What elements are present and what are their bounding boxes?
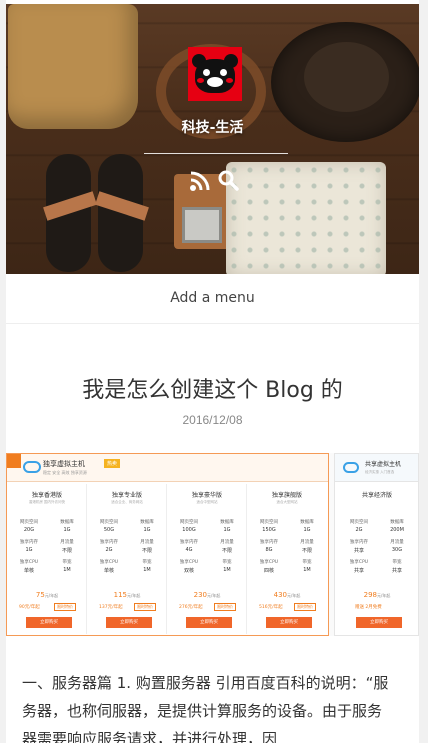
spec-cpu: 独享CPU 单核 [99, 560, 119, 574]
hero-photo-card [182, 207, 222, 243]
plan-column: 独享豪华版 适合中型网站网页空间 100G 数据库 1G 独享内存 4G 月流量 不限独享CPU… [167, 484, 247, 634]
spec-space: 网页空间 50G [100, 520, 118, 533]
plan-promo-chip: 限时特价 [134, 603, 156, 611]
bear-muzzle [207, 77, 223, 87]
spec-traffic: 月流量 不限 [300, 540, 314, 554]
spec-traffic: 月流量 不限 [60, 540, 74, 554]
nav-menu: Add a menu [6, 274, 419, 324]
plan-note: 赠送 2月免费 [355, 605, 382, 610]
spec-db: 数据库 200M [390, 520, 404, 533]
buy-button: 立即购买 [266, 617, 312, 628]
buy-button: 立即购买 [106, 617, 152, 628]
bear-cheek-right [226, 78, 233, 83]
spec-cpu: 独享CPU 共享 [349, 560, 369, 574]
spec-space: 网页空间 2G [350, 520, 368, 533]
plan-name: 独享旗舰版 [271, 492, 302, 499]
plan-original-price: 90元/年起 [19, 605, 40, 610]
shared-hosting-title: 共享虚拟主机 [365, 461, 402, 468]
spec-cpu: 独享CPU 双核 [179, 560, 199, 574]
spec-ip: 独享内存 2G [100, 540, 118, 553]
spec-bw: 带宽 1M [302, 560, 312, 573]
site-avatar[interactable] [188, 47, 242, 101]
plan-price: 430元/年起 [273, 591, 301, 599]
plan-column: 独享专业版 适合企业、商务网站网页空间 50G 数据库 1G 独享内存 2G 月流量 不限独享C… [87, 484, 167, 634]
spec-bw: 带宽 共享 [391, 560, 402, 574]
rss-icon[interactable] [189, 170, 211, 192]
site-title[interactable]: 科技-生活 [6, 117, 419, 137]
spec-cpu: 独享CPU 单核 [19, 560, 39, 574]
cloud-icon [343, 462, 359, 473]
plan-price: 230元/年起 [193, 591, 221, 599]
plan-original-price: 276元/年起 [179, 605, 203, 610]
spec-db: 数据库 1G [140, 520, 154, 533]
search-icon[interactable] [217, 169, 239, 191]
plan-subtitle: 适合企业、商务网站 [111, 500, 143, 504]
spec-bw: 带宽 1M [142, 560, 152, 573]
dedicated-hosting-card: 独享虚拟主机 热卖 稳定 安全 高效 独享资源 独享香港版 香港机房 国内外访问快… [6, 453, 329, 636]
plan-name: 共享经济版 [361, 492, 392, 499]
hero-photo-shorts [8, 4, 138, 129]
plan-price: 298元/年起 [363, 591, 391, 599]
spec-bw: 带宽 1M [222, 560, 232, 573]
post-title[interactable]: 我是怎么创建这个 Blog 的 [6, 372, 419, 404]
page-frame-right [419, 0, 428, 743]
shared-hosting-subtitle: 经济实惠 入门首选 [365, 470, 395, 474]
cloud-icon [23, 461, 41, 473]
spec-bw: 带宽 1M [62, 560, 72, 573]
post-date: 2016/12/08 [182, 413, 243, 427]
plan-column: 独享旗舰版 适合大型网站网页空间 150G 数据库 1G 独享内存 8G 月流量 不限独享CPU… [247, 484, 327, 634]
dedicated-hosting-subtitle: 稳定 安全 高效 独享资源 [43, 470, 87, 475]
spec-ip: 独享内存 4G [180, 540, 198, 553]
bear-eye-left [203, 69, 210, 76]
plan-name: 独享豪华版 [191, 492, 222, 499]
spec-ip: 独享内存 1G [20, 540, 38, 553]
shared-plan: 共享经济版 网页空间 2G 数据库 200M 独享内存 共享 月流量 30G 独享CPU… [337, 484, 417, 634]
plan-column: 独享香港版 香港机房 国内外访问快网页空间 20G 数据库 1G 独享内存 1G 月流量 不限独… [7, 484, 87, 634]
buy-button: 立即购买 [26, 617, 72, 628]
hero-header: 科技-生活 [6, 4, 419, 274]
bear-face [195, 59, 235, 93]
spec-db: 数据库 1G [60, 520, 74, 533]
dedicated-hosting-header: 独享虚拟主机 热卖 稳定 安全 高效 独享资源 [7, 454, 328, 482]
post-excerpt: 一、服务器篇 1. 购置服务器 引用百度百科的说明：“服务器，也称伺服器，是提供… [22, 674, 389, 743]
plan-promo-chip: 限时特价 [54, 603, 76, 611]
plan-subtitle: 适合大型网站 [276, 500, 298, 504]
plan-name: 独享专业版 [111, 492, 142, 499]
hot-badge: 热卖 [104, 459, 121, 468]
dedicated-hosting-title: 独享虚拟主机 [43, 460, 85, 468]
plan-original-price: 137元/年起 [99, 605, 123, 610]
spec-space: 网页空间 100G [180, 520, 198, 533]
plan-name: 独享香港版 [31, 492, 62, 499]
hero-photo-shirt-pattern [226, 162, 386, 274]
buy-button: 立即购买 [186, 617, 232, 628]
bear-cheek-left [197, 78, 204, 83]
spec-cpu: 独享CPU 四核 [259, 560, 279, 574]
plan-subtitle: 香港机房 国内外访问快 [28, 500, 66, 504]
plan-price: 75元/年起 [35, 591, 59, 599]
spec-space: 网页空间 20G [20, 520, 38, 533]
spec-db: 数据库 1G [300, 520, 314, 533]
blog-page: 科技-生活 Add a menu 我是怎么创建这个 Blog 的 2016/12… [0, 0, 428, 743]
spec-ip: 独享内存 共享 [350, 540, 368, 554]
plan-promo-chip: 限时特价 [294, 603, 316, 611]
plan-subtitle: 适合中型网站 [196, 500, 218, 504]
spec-traffic: 月流量 不限 [140, 540, 154, 554]
menu-placeholder-link[interactable]: Add a menu [6, 290, 419, 306]
buy-button: 立即购买 [356, 617, 402, 628]
shared-hosting-card: 共享虚拟主机 经济实惠 入门首选 共享经济版 网页空间 2G 数据库 200M 独享… [334, 453, 419, 636]
corner-tag [7, 454, 21, 468]
plan-original-price: 516元/年起 [259, 605, 283, 610]
plan-promo-chip: 限时特价 [214, 603, 236, 611]
spec-db: 数据库 1G [220, 520, 234, 533]
spec-traffic: 月流量 不限 [220, 540, 234, 554]
post-image-hosting-plans: 独享虚拟主机 热卖 稳定 安全 高效 独享资源 独享香港版 香港机房 国内外访问快… [6, 453, 419, 636]
spec-traffic: 月流量 30G [390, 540, 404, 553]
plan-price: 115元/年起 [113, 591, 141, 599]
spec-space: 网页空间 150G [260, 520, 278, 533]
spec-ip: 独享内存 8G [260, 540, 278, 553]
title-divider [144, 153, 288, 154]
hero-photo-hat-crown [304, 42, 389, 112]
shared-hosting-header: 共享虚拟主机 经济实惠 入门首选 [335, 454, 418, 482]
bear-eye-right [220, 69, 227, 76]
